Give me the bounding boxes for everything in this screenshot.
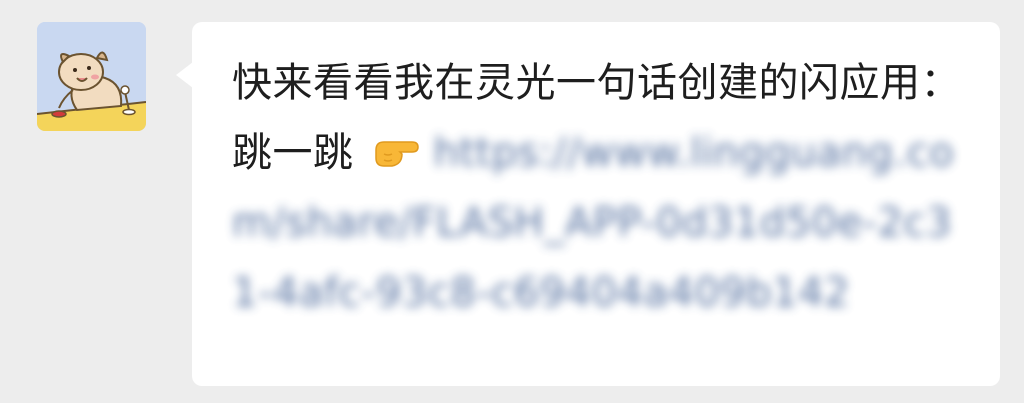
chat-message-row: 快来看看我在灵光一句话创建的闪应用：跳一跳 https://www.linggu… [0, 0, 1024, 403]
avatar[interactable] [37, 22, 146, 131]
message-text: 快来看看我在灵光一句话创建的闪应用：跳一跳 https://www.linggu… [232, 48, 972, 328]
puppy-avatar-icon [37, 22, 146, 131]
bubble-tail [176, 62, 193, 88]
pointing-hand-emoji-icon [372, 126, 424, 170]
